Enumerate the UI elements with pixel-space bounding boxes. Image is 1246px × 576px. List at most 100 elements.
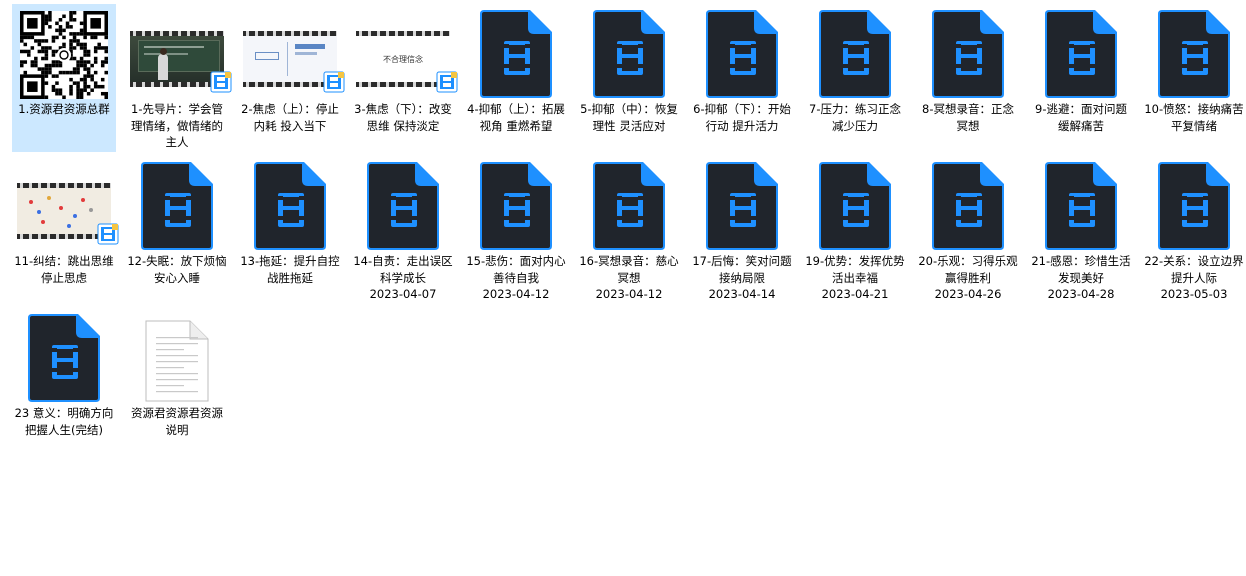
file-label: 7-压力：练习正念 减少压力 — [805, 101, 905, 134]
video-file-icon — [1045, 10, 1117, 98]
video-file-icon — [593, 10, 665, 98]
video-file-icon — [932, 10, 1004, 98]
file-item[interactable]: 8-冥想录音：正念冥想 — [916, 4, 1020, 152]
file-thumbnail — [577, 160, 681, 252]
file-label: 20-乐观：习得乐观 赢得胜利 2023-04-26 — [918, 253, 1018, 303]
file-thumbnail — [12, 312, 116, 404]
qr-code-image — [20, 11, 108, 99]
file-label: 12-失眠：放下烦恼 安心入睡 — [127, 253, 227, 286]
file-name: 11-纠结：跳出思维 停止思虑 — [14, 254, 114, 285]
file-label: 1-先导片：学会管理情绪，做情绪的主人 — [127, 101, 227, 151]
file-name: 13-拖延：提升自控 战胜拖延 — [240, 254, 340, 285]
file-date: 2023-04-21 — [821, 287, 889, 301]
file-thumbnail — [125, 8, 232, 100]
file-thumbnail — [803, 160, 907, 252]
file-item[interactable]: 1.资源君资源总群 — [12, 4, 116, 152]
file-item[interactable]: 21-感恩：珍惜生活 发现美好 2023-04-28 — [1029, 156, 1133, 304]
file-date: 2023-04-26 — [934, 287, 1002, 301]
thumbnail-caption: 不合理信念 — [383, 54, 423, 64]
file-name: 资源君资源君资源说明 — [131, 406, 223, 437]
file-name: 14-自责：走出误区 科学成长 — [353, 254, 453, 285]
file-item[interactable]: 资源君资源君资源说明 — [125, 308, 229, 456]
file-item[interactable]: 9-逃避：面对问题 缓解痛苦 — [1029, 4, 1133, 152]
file-thumbnail — [916, 8, 1020, 100]
video-thumbnail: 不合理信念 — [356, 31, 458, 93]
video-file-icon — [480, 162, 552, 250]
file-item[interactable]: 22-关系：设立边界 提升人际 2023-05-03 — [1142, 156, 1246, 304]
file-name: 9-逃避：面对问题 缓解痛苦 — [1035, 102, 1127, 133]
file-label: 21-感恩：珍惜生活 发现美好 2023-04-28 — [1031, 253, 1131, 303]
file-thumbnail — [1142, 8, 1246, 100]
file-name: 16-冥想录音：慈心冥想 — [579, 254, 679, 285]
file-item[interactable]: 1-先导片：学会管理情绪，做情绪的主人 — [125, 4, 232, 152]
file-label: 17-后悔：笑对问题 接纳局限 2023-04-14 — [692, 253, 792, 303]
video-type-badge-icon — [97, 223, 119, 245]
file-label: 9-逃避：面对问题 缓解痛苦 — [1031, 101, 1131, 134]
file-item[interactable]: 23 意义：明确方向 把握人生(完结) — [12, 308, 116, 456]
file-date: 2023-04-12 — [482, 287, 550, 301]
file-label: 13-拖延：提升自控 战胜拖延 — [240, 253, 340, 286]
file-date: 2023-05-03 — [1160, 287, 1228, 301]
file-label: 22-关系：设立边界 提升人际 2023-05-03 — [1144, 253, 1244, 303]
video-file-icon — [819, 162, 891, 250]
file-item[interactable]: 11-纠结：跳出思维 停止思虑 — [12, 156, 119, 304]
video-thumbnail — [130, 31, 232, 93]
file-thumbnail — [125, 160, 229, 252]
file-item[interactable]: 10-愤怒：接纳痛苦 平复情绪 — [1142, 4, 1246, 152]
video-file-icon — [706, 162, 778, 250]
file-item[interactable]: 12-失眠：放下烦恼 安心入睡 — [125, 156, 229, 304]
file-item[interactable]: 4-抑郁（上）：拓展视角 重燃希望 — [464, 4, 568, 152]
file-thumbnail — [125, 312, 229, 404]
file-name: 21-感恩：珍惜生活 发现美好 — [1031, 254, 1131, 285]
file-item[interactable]: 5-抑郁（中）：恢复理性 灵活应对 — [577, 4, 681, 152]
file-label: 3-焦虑（下）：改变思维 保持淡定 — [353, 101, 453, 134]
video-file-icon — [367, 162, 439, 250]
video-file-icon — [932, 162, 1004, 250]
video-file-icon — [254, 162, 326, 250]
file-item[interactable]: 17-后悔：笑对问题 接纳局限 2023-04-14 — [690, 156, 794, 304]
file-item[interactable]: 15-悲伤：面对内心 善待自我 2023-04-12 — [464, 156, 568, 304]
file-name: 23 意义：明确方向 把握人生(完结) — [14, 406, 114, 437]
file-label: 19-优势：发挥优势 活出幸福 2023-04-21 — [805, 253, 905, 303]
file-thumbnail — [1029, 8, 1133, 100]
file-name: 5-抑郁（中）：恢复理性 灵活应对 — [580, 102, 678, 133]
file-item[interactable]: 20-乐观：习得乐观 赢得胜利 2023-04-26 — [916, 156, 1020, 304]
video-file-icon — [593, 162, 665, 250]
file-name: 20-乐观：习得乐观 赢得胜利 — [918, 254, 1018, 285]
file-date: 2023-04-07 — [369, 287, 437, 301]
file-name: 22-关系：设立边界 提升人际 — [1144, 254, 1244, 285]
file-label: 1.资源君资源总群 — [14, 101, 114, 118]
file-name: 12-失眠：放下烦恼 安心入睡 — [127, 254, 227, 285]
video-file-icon — [28, 314, 100, 402]
file-thumbnail — [464, 160, 568, 252]
file-item[interactable]: 14-自责：走出误区 科学成长 2023-04-07 — [351, 156, 455, 304]
file-item[interactable]: 13-拖延：提升自控 战胜拖延 — [238, 156, 342, 304]
file-name: 10-愤怒：接纳痛苦 平复情绪 — [1144, 102, 1244, 133]
file-item[interactable]: 不合理信念 3-焦虑（下）：改变思维 保持淡定 — [351, 4, 458, 152]
file-label: 23 意义：明确方向 把握人生(完结) — [14, 405, 114, 438]
file-name: 8-冥想录音：正念冥想 — [922, 102, 1014, 133]
file-label: 5-抑郁（中）：恢复理性 灵活应对 — [579, 101, 679, 134]
file-item[interactable]: 16-冥想录音：慈心冥想 2023-04-12 — [577, 156, 681, 304]
file-thumbnail — [803, 8, 907, 100]
file-item[interactable]: 2-焦虑（上）：停止内耗 投入当下 — [238, 4, 345, 152]
file-name: 4-抑郁（上）：拓展视角 重燃希望 — [467, 102, 565, 133]
file-thumbnail — [916, 160, 1020, 252]
file-thumbnail — [238, 160, 342, 252]
file-item[interactable]: 19-优势：发挥优势 活出幸福 2023-04-21 — [803, 156, 907, 304]
file-label: 4-抑郁（上）：拓展视角 重燃希望 — [466, 101, 566, 134]
file-name: 1.资源君资源总群 — [18, 102, 110, 116]
file-label: 11-纠结：跳出思维 停止思虑 — [14, 253, 114, 286]
file-name: 1-先导片：学会管理情绪，做情绪的主人 — [131, 102, 223, 149]
video-thumbnail — [17, 183, 119, 245]
file-thumbnail — [1142, 160, 1246, 252]
file-name: 3-焦虑（下）：改变思维 保持淡定 — [354, 102, 452, 133]
file-thumbnail — [12, 8, 116, 100]
file-item[interactable]: 7-压力：练习正念 减少压力 — [803, 4, 907, 152]
video-type-badge-icon — [210, 71, 232, 93]
file-name: 2-焦虑（上）：停止内耗 投入当下 — [241, 102, 339, 133]
text-document-icon — [145, 320, 209, 402]
file-name: 15-悲伤：面对内心 善待自我 — [466, 254, 566, 285]
file-thumbnail — [464, 8, 568, 100]
file-item[interactable]: 6-抑郁（下）：开始行动 提升活力 — [690, 4, 794, 152]
